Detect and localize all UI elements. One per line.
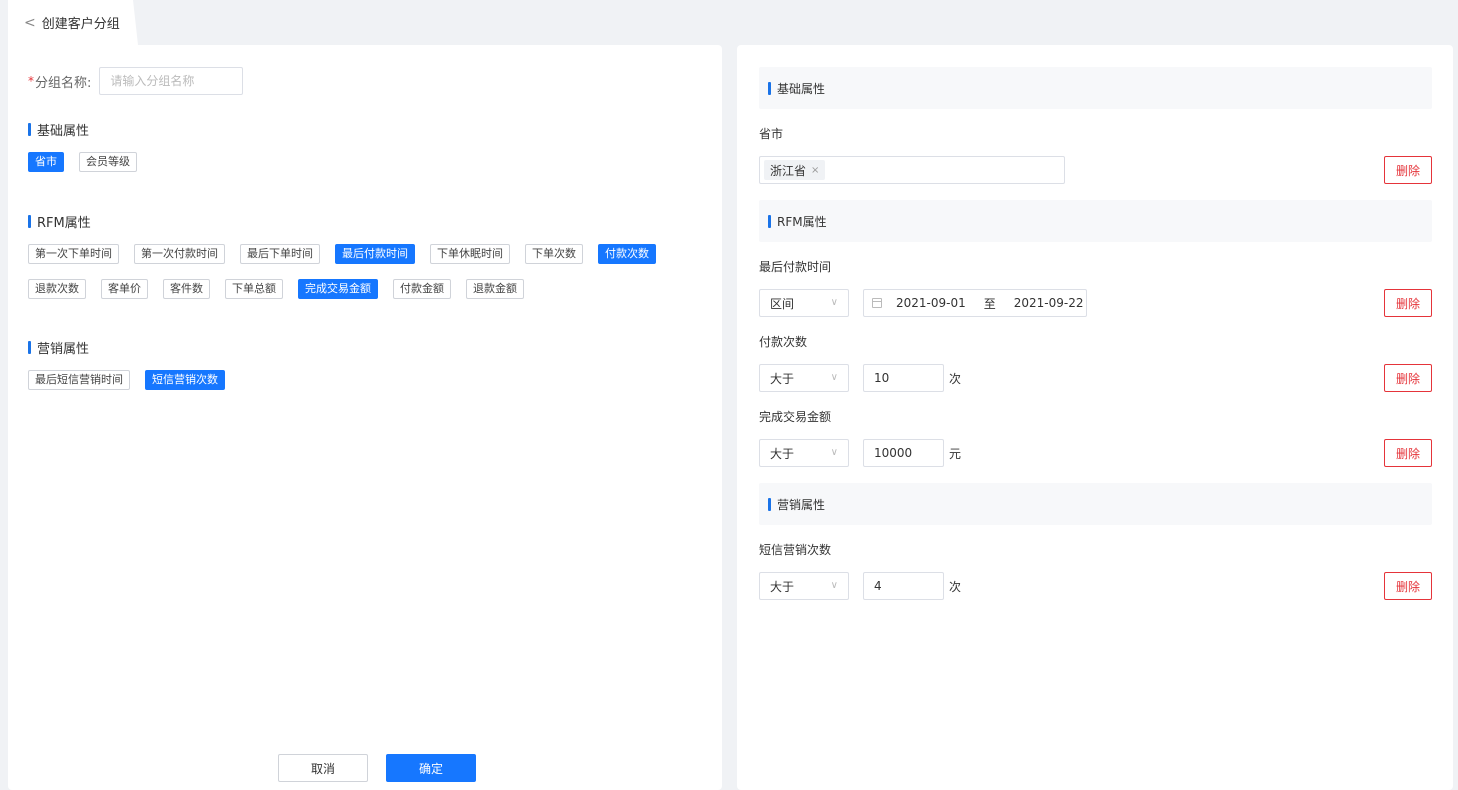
tag-completed-amount[interactable]: 完成交易金额 [298,279,378,299]
province-chip: 浙江省 × [764,160,826,180]
close-icon[interactable]: × [811,165,819,176]
section-heading-rfm: RFM属性 [28,212,91,231]
tag-last-payment-time[interactable]: 最后付款时间 [335,244,415,264]
tag-first-payment-time[interactable]: 第一次付款时间 [134,244,225,264]
section-heading-basic: 基础属性 [28,120,89,139]
chevron-down-icon: ∨ [830,297,838,308]
section-heading-rfm: RFM属性 [759,200,1432,242]
chevron-down-icon: ∨ [830,580,838,591]
tag-avg-order-value[interactable]: 客单价 [101,279,148,299]
required-mark: * [28,74,34,88]
tag-group-marketing: 最后短信营销时间 短信营销次数 [28,370,240,390]
delete-button[interactable]: 删除 [1384,439,1432,467]
section-title: RFM属性 [37,216,91,231]
condition-row-sms-count: 大于 ∨ 4 次 删除 [759,572,1432,600]
tag-refund-count[interactable]: 退款次数 [28,279,86,299]
operator-select[interactable]: 大于 ∨ [759,439,849,467]
delete-button[interactable]: 删除 [1384,572,1432,600]
section-bar [768,214,771,228]
tag-order-count[interactable]: 下单次数 [525,244,583,264]
date-range-picker[interactable]: 2021-09-01 至 2021-09-22 [863,289,1087,317]
operator-value: 大于 [770,371,795,386]
chevron-down-icon: ∨ [830,447,838,458]
operator-value: 大于 [770,446,795,461]
condition-row-last-payment-time: 区间 ∨ 2021-09-01 至 2021-09-22 删除 [759,289,1432,317]
section-heading-marketing: 营销属性 [759,483,1432,525]
date-end: 2021-09-22 [1013,296,1084,310]
page-title: 创建客户分组 [41,17,120,32]
condition-row-province: 浙江省 × 删除 [759,156,1432,184]
condition-row-completed-amount: 大于 ∨ 10000 元 删除 [759,439,1432,467]
condition-label-completed-amount: 完成交易金额 [759,410,832,424]
province-multiselect[interactable]: 浙江省 × [759,156,1065,184]
unit-label: 次 [949,372,962,386]
group-name-input[interactable] [99,67,244,95]
operator-select[interactable]: 区间 ∨ [759,289,849,317]
tag-items-per-order[interactable]: 客件数 [163,279,210,299]
operator-select[interactable]: 大于 ∨ [759,572,849,600]
tag-first-order-time[interactable]: 第一次下单时间 [28,244,119,264]
operator-select[interactable]: 大于 ∨ [759,364,849,392]
delete-button[interactable]: 删除 [1384,364,1432,392]
section-title: RFM属性 [777,214,827,229]
unit-label: 次 [949,580,962,594]
chevron-down-icon: ∨ [830,372,838,383]
section-heading-marketing: 营销属性 [28,338,89,357]
tag-order-total[interactable]: 下单总额 [225,279,283,299]
section-title: 基础属性 [37,124,90,139]
condition-label-province: 省市 [759,127,784,141]
section-bar [768,81,771,95]
cancel-button[interactable]: 取消 [278,754,368,782]
operator-value: 大于 [770,579,795,594]
section-title: 营销属性 [37,342,90,357]
condition-label-last-payment-time: 最后付款时间 [759,260,832,274]
tag-last-order-time[interactable]: 最后下单时间 [240,244,320,264]
date-start: 2021-09-01 [896,296,966,310]
conditions-panel: 基础属性 省市 浙江省 × 删除 RFM属性 最后付款时间 区间 ∨ 2021-… [737,45,1453,790]
tag-payment-count[interactable]: 付款次数 [598,244,656,264]
tag-last-sms-time[interactable]: 最后短信营销时间 [28,370,130,390]
delete-button[interactable]: 删除 [1384,289,1432,317]
attribute-picker-panel: * 分组名称: 基础属性 省市 会员等级 RFM属性 第一次下单时间 第一次付款… [8,45,722,790]
calendar-icon [872,298,882,308]
tag-sms-count[interactable]: 短信营销次数 [145,370,225,390]
page-tab: < 创建客户分组 [8,0,138,45]
value-input[interactable]: 10 [863,364,944,392]
value-input[interactable]: 4 [863,572,944,600]
section-title: 营销属性 [777,497,826,512]
section-bar [28,215,31,228]
value-input[interactable]: 10000 [863,439,944,467]
section-bar [768,497,771,511]
unit-label: 元 [949,447,962,461]
tag-order-dormant-time[interactable]: 下单休眠时间 [430,244,510,264]
condition-row-payment-count: 大于 ∨ 10 次 删除 [759,364,1432,392]
tag-group-basic: 省市 会员等级 [28,152,152,172]
tag-province[interactable]: 省市 [28,152,64,172]
chevron-left-icon[interactable]: < [24,15,36,31]
tag-group-rfm-row1: 第一次下单时间 第一次付款时间 最后下单时间 最后付款时间 下单休眠时间 下单次… [28,244,688,264]
section-title: 基础属性 [777,81,826,96]
operator-value: 区间 [770,296,795,311]
group-name-row: * 分组名称: [28,67,244,95]
tag-group-rfm-row2: 退款次数 客单价 客件数 下单总额 完成交易金额 付款金额 退款金额 [28,279,688,299]
delete-button[interactable]: 删除 [1384,156,1432,184]
tag-member-level[interactable]: 会员等级 [79,152,137,172]
tag-refund-amount[interactable]: 退款金额 [466,279,524,299]
section-bar [28,123,31,136]
section-heading-basic: 基础属性 [759,67,1432,109]
tag-payment-amount[interactable]: 付款金额 [393,279,451,299]
chip-label: 浙江省 [770,163,807,178]
group-name-label: 分组名称: [35,75,92,91]
condition-label-payment-count: 付款次数 [759,335,808,349]
section-bar [28,341,31,354]
confirm-button[interactable]: 确定 [386,754,476,782]
condition-label-sms-count: 短信营销次数 [759,543,832,557]
date-separator: 至 [983,296,996,311]
